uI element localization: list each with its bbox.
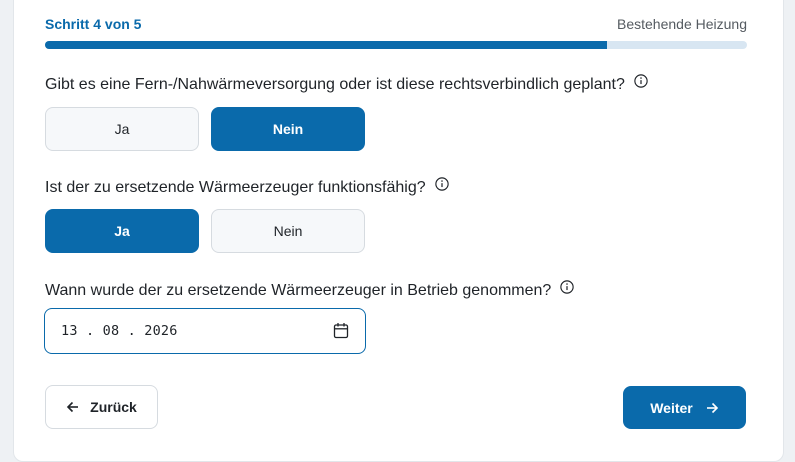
question-functional: Ist der zu ersetzende Wärmeerzeuger funk… [45,177,449,197]
progress-bar-fill [45,41,607,49]
button-label: Ja [114,121,130,137]
button-label: Ja [114,223,130,239]
button-label: Nein [272,121,304,137]
functional-no-button[interactable]: Nein [211,209,365,253]
next-button[interactable]: Weiter [623,386,746,429]
step-title: Bestehende Heizung [617,16,747,32]
step-indicator: Schritt 4 von 5 [45,16,142,32]
date-value: 13 . 08 . 2026 [61,323,178,339]
info-icon[interactable] [560,280,575,294]
arrow-left-icon [67,401,79,413]
district-heating-no-button[interactable]: Nein [211,107,365,151]
question-district-heating: Gibt es eine Fern-/Nahwärmeversorgung od… [45,74,648,94]
question-functional-label: Ist der zu ersetzende Wärmeerzeuger funk… [45,179,426,196]
question-commissioning-date: Wann wurde der zu ersetzende Wärmeerzeug… [45,280,575,300]
arrow-right-icon [706,402,718,413]
district-heating-yes-button[interactable]: Ja [45,107,199,151]
button-label: Nein [273,223,303,239]
back-button-label: Zurück [90,399,137,415]
info-icon[interactable] [634,74,648,88]
next-button-label: Weiter [650,399,693,416]
info-icon[interactable] [434,177,449,191]
commissioning-date-input[interactable]: 13 . 08 . 2026 [44,308,366,354]
question-district-heating-label: Gibt es eine Fern-/Nahwärmeversorgung od… [45,76,625,93]
progress-bar [45,41,747,49]
back-button[interactable]: Zurück [45,385,158,429]
calendar-icon[interactable] [333,322,349,339]
functional-yes-button[interactable]: Ja [45,209,199,253]
question-commissioning-date-label: Wann wurde der zu ersetzende Wärmeerzeug… [45,282,552,299]
